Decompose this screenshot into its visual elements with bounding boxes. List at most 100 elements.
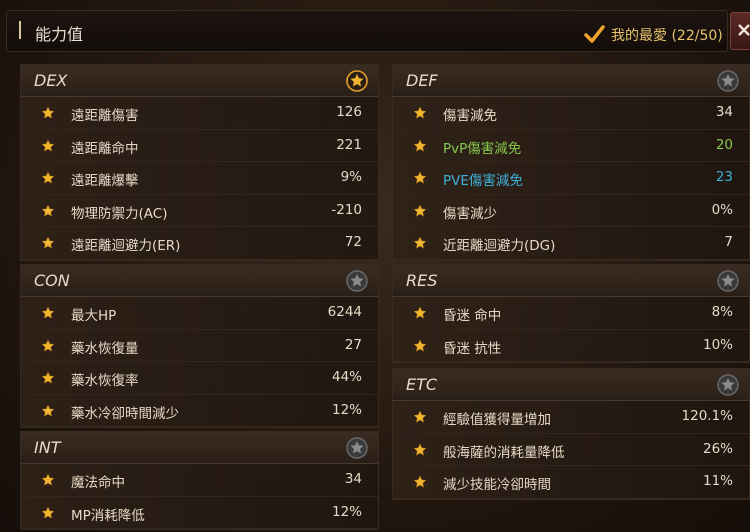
- stat-label: 減少技能冷卻時間: [443, 477, 551, 493]
- panel-title: ETC: [406, 375, 438, 394]
- panel-title: INT: [34, 438, 61, 457]
- stat-row: 物理防禦力(AC) -210: [21, 194, 378, 227]
- stat-label: PVE傷害減免: [443, 173, 523, 189]
- star-icon[interactable]: [41, 473, 55, 487]
- star-icon[interactable]: [41, 371, 55, 385]
- panel-header-dex: DEX: [21, 65, 378, 97]
- star-icon[interactable]: [41, 139, 55, 153]
- star-icon[interactable]: [41, 404, 55, 418]
- star-icon[interactable]: [41, 236, 55, 250]
- stat-label: 魔法命中: [71, 475, 125, 491]
- stat-value: 7: [724, 234, 733, 250]
- stat-row: 傷害減少 0%: [393, 194, 749, 227]
- stat-label: 藥水恢復量: [71, 340, 139, 357]
- stat-row: 遠距離命中 221: [21, 129, 378, 162]
- panel-header-etc: ETC: [393, 369, 749, 401]
- stat-value: 34: [715, 104, 733, 120]
- close-button[interactable]: [730, 12, 750, 50]
- panel-etc: ETC 經驗值獲得量增加 120.1% 般海薩的消耗量降低 26% 減少技能冷卻時間…: [392, 368, 750, 500]
- stat-label: 遠距離命中: [71, 140, 139, 157]
- favorite-star-icon[interactable]: [717, 70, 739, 92]
- favorites-count-label: 我的最愛 (22/50): [611, 28, 723, 44]
- stat-label: 最大HP: [71, 308, 117, 324]
- stat-value: 11%: [702, 473, 733, 489]
- panel-title: DEF: [406, 71, 438, 90]
- stat-label: 遠距離爆擊: [71, 173, 139, 189]
- favorites-toggle[interactable]: 我的最愛 (22/50): [583, 24, 723, 46]
- panel-dex: DEX 遠距離傷害 126 遠距離命中 221 遠距離爆擊 9% 物理防禦力(AC) -…: [20, 64, 379, 261]
- stat-value: 0%: [711, 201, 733, 218]
- panel-title: RES: [406, 271, 438, 290]
- panel-header-def: DEF: [393, 65, 749, 97]
- stat-row: 藥水恢復量 27: [21, 329, 378, 362]
- stat-row: 遠距離傷害 126: [21, 97, 378, 130]
- stat-value: 72: [344, 234, 362, 250]
- favorite-star-icon[interactable]: [346, 70, 368, 92]
- stat-label: 藥水冷卻時間減少: [71, 405, 179, 422]
- stat-label: 遠距離迴避力(ER): [71, 238, 181, 254]
- favorite-star-icon[interactable]: [346, 437, 368, 459]
- star-icon[interactable]: [413, 171, 427, 185]
- favorite-star-icon[interactable]: [717, 270, 739, 292]
- checkmark-icon: [584, 25, 605, 43]
- stat-value: 6244: [327, 304, 362, 320]
- stat-value: 126: [336, 104, 362, 120]
- panel-int: INT 魔法命中 34 MP消耗降低 12%: [20, 431, 379, 530]
- stat-row: 藥水恢復率 44%: [21, 362, 378, 395]
- stat-value: 9%: [340, 169, 362, 185]
- stat-value: 12%: [331, 503, 362, 520]
- close-icon: [738, 24, 750, 36]
- window-title: 能力值: [35, 25, 84, 44]
- star-icon[interactable]: [413, 339, 427, 353]
- star-icon[interactable]: [41, 339, 55, 353]
- stat-row: 近距離迴避力(DG) 7: [393, 227, 749, 260]
- stat-row: 經驗值獲得量增加 120.1%: [393, 401, 749, 434]
- panel-def: DEF 傷害減免 34 PvP傷害減免 20 PVE傷害減免 23 傷害減少 0% 近距…: [392, 64, 750, 261]
- favorite-star-icon[interactable]: [717, 374, 739, 396]
- star-icon[interactable]: [413, 106, 427, 120]
- star-icon[interactable]: [41, 106, 55, 120]
- panel-title: CON: [34, 271, 70, 290]
- star-icon[interactable]: [413, 139, 427, 153]
- stat-value: 8%: [711, 304, 733, 320]
- star-icon[interactable]: [413, 306, 427, 320]
- stat-value: 34: [344, 471, 362, 487]
- title-marker: [19, 21, 21, 39]
- stat-row: 傷害減免 34: [393, 97, 749, 130]
- favorite-star-icon[interactable]: [346, 270, 368, 292]
- star-icon[interactable]: [413, 475, 427, 489]
- stat-label: 近距離迴避力(DG): [443, 238, 556, 254]
- star-icon[interactable]: [41, 171, 55, 185]
- stat-value: 23: [715, 169, 733, 185]
- star-icon[interactable]: [41, 506, 55, 520]
- stat-row: 昏迷 命中 8%: [393, 297, 749, 330]
- stat-value: 221: [336, 136, 362, 153]
- panel-header-int: INT: [21, 432, 378, 464]
- stat-row: 藥水冷卻時間減少 12%: [21, 394, 378, 427]
- stat-label: 物理防禦力(AC): [71, 205, 168, 222]
- stat-value: 10%: [702, 336, 733, 353]
- stat-value: 20: [715, 136, 733, 153]
- star-icon[interactable]: [413, 410, 427, 424]
- stat-value: 12%: [331, 401, 362, 418]
- stat-label: MP消耗降低: [71, 507, 145, 524]
- stat-label: 遠距離傷害: [71, 108, 139, 124]
- stat-label: 經驗值獲得量增加: [443, 412, 551, 428]
- panel-title: DEX: [34, 71, 68, 90]
- stat-value: 27: [344, 336, 362, 353]
- stat-row: 般海薩的消耗量降低 26%: [393, 433, 749, 466]
- star-icon[interactable]: [41, 204, 55, 218]
- star-icon[interactable]: [413, 443, 427, 457]
- stat-value: 44%: [331, 369, 362, 385]
- stat-row: 昏迷 抗性 10%: [393, 329, 749, 362]
- stat-row: 遠距離迴避力(ER) 72: [21, 227, 378, 260]
- panel-header-con: CON: [21, 265, 378, 297]
- stat-value: 26%: [702, 440, 733, 457]
- star-icon[interactable]: [413, 236, 427, 250]
- stat-row: 遠距離爆擊 9%: [21, 162, 378, 195]
- star-icon[interactable]: [413, 204, 427, 218]
- stat-value: -210: [331, 201, 362, 218]
- stat-label: 般海薩的消耗量降低: [443, 444, 565, 461]
- title-bar: 能力值 我的最愛 (22/50): [6, 10, 728, 52]
- star-icon[interactable]: [41, 306, 55, 320]
